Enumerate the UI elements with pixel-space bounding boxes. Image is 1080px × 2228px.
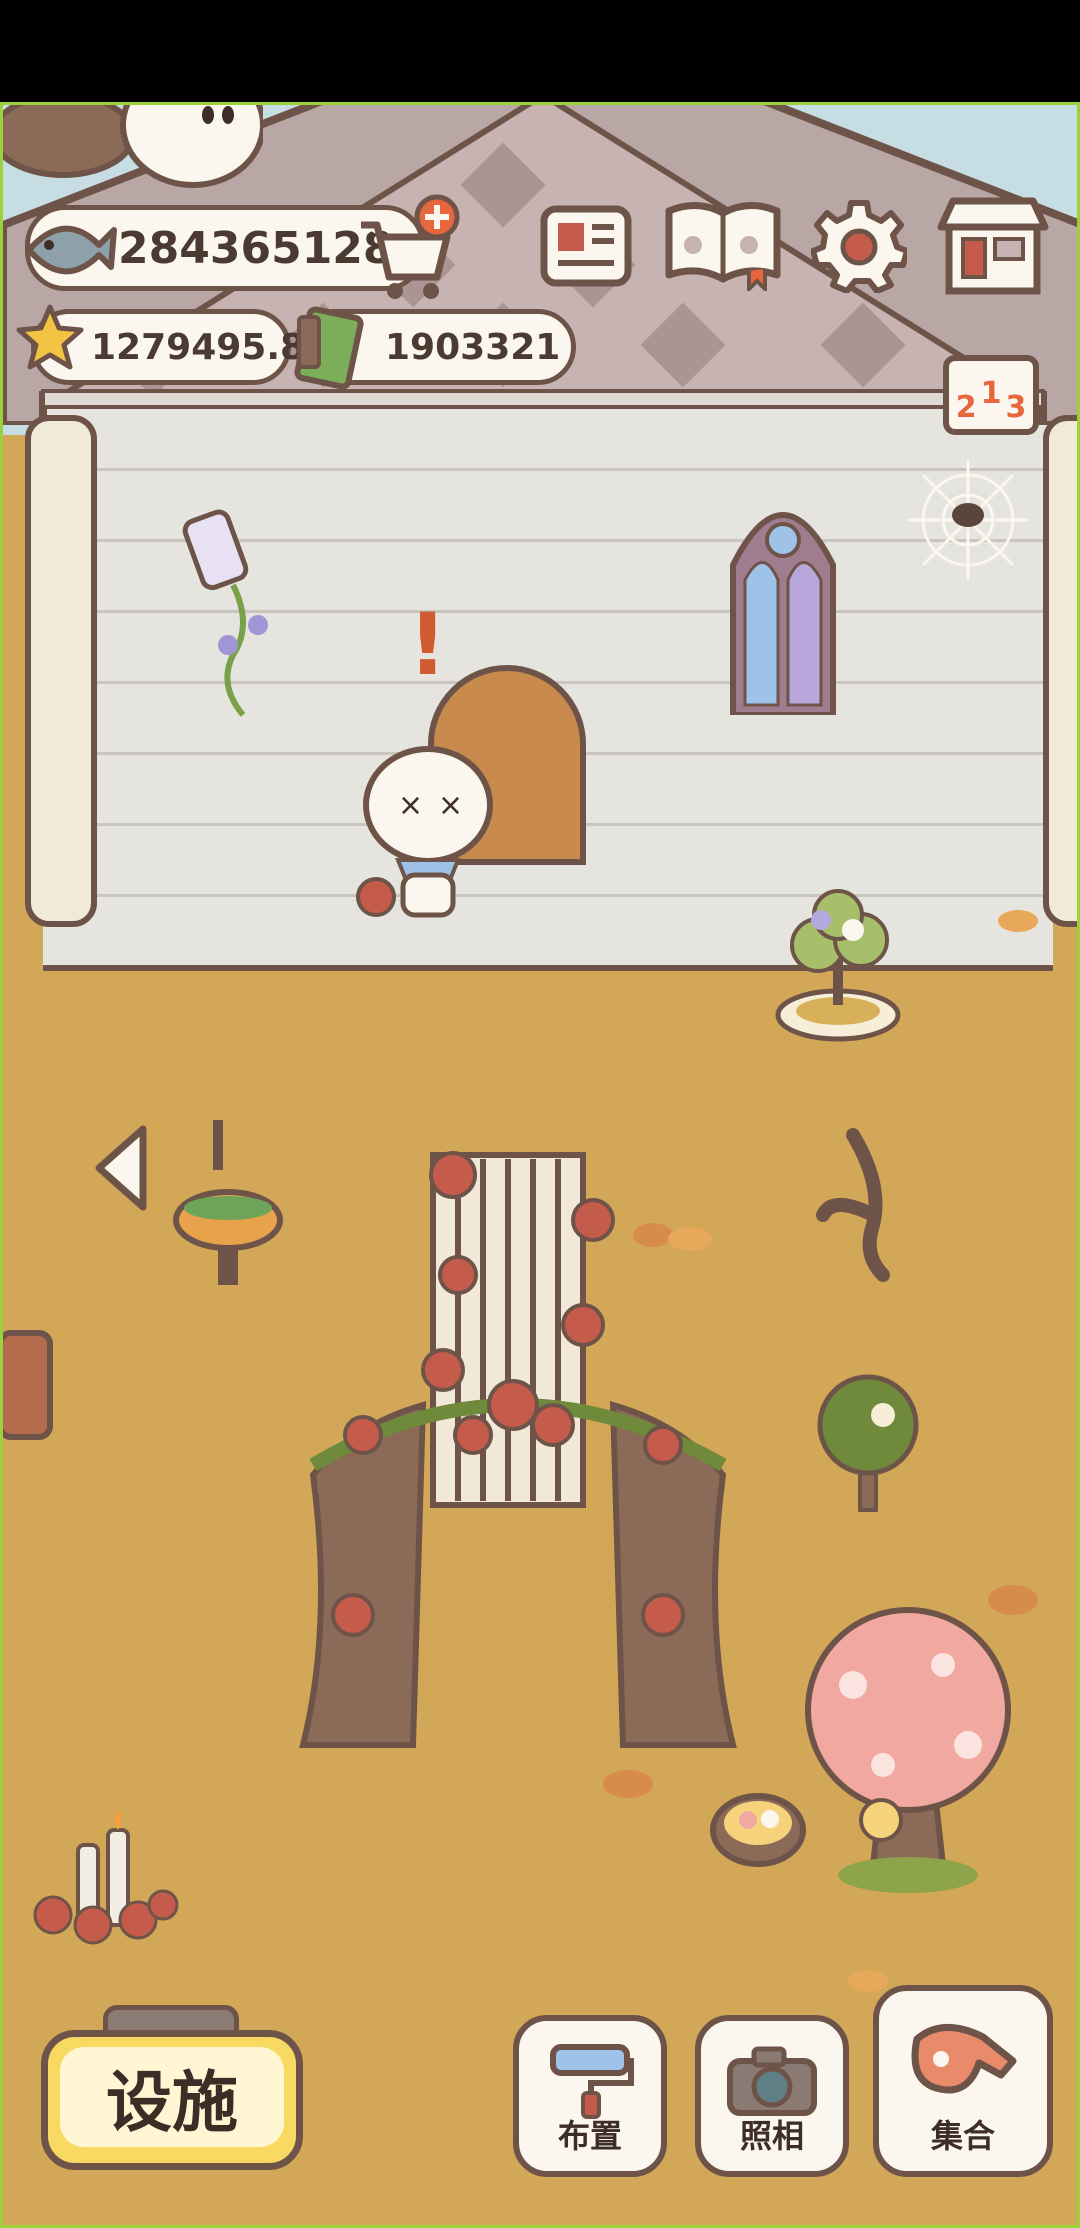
- whistle-icon: [911, 2024, 1017, 2094]
- gothic-window: [730, 512, 836, 715]
- food-bowl[interactable]: [708, 1785, 808, 1875]
- svg-text:×: ×: [438, 788, 463, 823]
- podium-second: 2: [955, 390, 977, 425]
- star-icon: [16, 304, 84, 370]
- fallen-leaf: [848, 1970, 888, 1992]
- gather-label: 集合: [930, 2117, 995, 2155]
- potion-vine-decoration: [182, 509, 268, 717]
- left-pillar: [25, 415, 97, 927]
- status-bar: [0, 0, 1080, 102]
- side-table[interactable]: [3, 1330, 53, 1440]
- podium-first: 1: [980, 376, 1002, 411]
- scroll-left-arrow-icon[interactable]: [91, 1123, 153, 1213]
- facility-label: 设施: [60, 2047, 284, 2147]
- paw-book-icon[interactable]: [663, 195, 783, 291]
- paint-roller-icon: [550, 2044, 634, 2119]
- cart-add-icon[interactable]: [355, 193, 467, 303]
- cat-character[interactable]: × ×: [348, 725, 508, 925]
- flower-bonsai[interactable]: [773, 875, 903, 1045]
- layout-button[interactable]: 布置: [513, 2015, 667, 2177]
- facility-button[interactable]: 设施: [41, 2030, 303, 2170]
- fallen-leaf: [668, 1227, 712, 1251]
- ghost-decoration: [3, 105, 263, 188]
- leaderboard-podium-icon[interactable]: 2 1 3: [943, 355, 1039, 435]
- settings-gear-icon[interactable]: [811, 197, 907, 293]
- camera-icon: [727, 2046, 817, 2116]
- game-scene[interactable]: ! × × 284365128 1279495.8 1903321 2 1 3 …: [0, 102, 1080, 2228]
- gather-button[interactable]: 集合: [873, 1985, 1053, 2177]
- small-tree[interactable]: [808, 1370, 928, 1520]
- shop-icon[interactable]: [933, 193, 1053, 297]
- star-currency-value: 1279495.8: [91, 326, 306, 368]
- cauldron-fountain[interactable]: [168, 1110, 288, 1300]
- fish-currency-value: 284365128: [118, 222, 394, 274]
- news-icon[interactable]: [538, 201, 634, 291]
- money-bill-icon: [294, 306, 364, 389]
- fallen-leaf: [988, 1585, 1038, 1615]
- right-pillar: [1043, 415, 1077, 927]
- alert-mark: !: [408, 595, 448, 695]
- cherry-blossom-tree[interactable]: [793, 1605, 1023, 1895]
- photo-button[interactable]: 照相: [695, 2015, 849, 2177]
- candle-roses[interactable]: [23, 1805, 183, 1945]
- spiderweb-decoration: [908, 460, 1028, 580]
- svg-text:×: ×: [398, 788, 423, 823]
- fallen-leaf: [633, 1223, 673, 1247]
- dead-branch[interactable]: [813, 1125, 923, 1285]
- fish-icon: [26, 225, 117, 275]
- fallen-leaf: [603, 1770, 653, 1798]
- bill-currency-value: 1903321: [385, 326, 561, 368]
- fallen-leaf: [998, 910, 1038, 932]
- podium-third: 3: [1005, 390, 1027, 425]
